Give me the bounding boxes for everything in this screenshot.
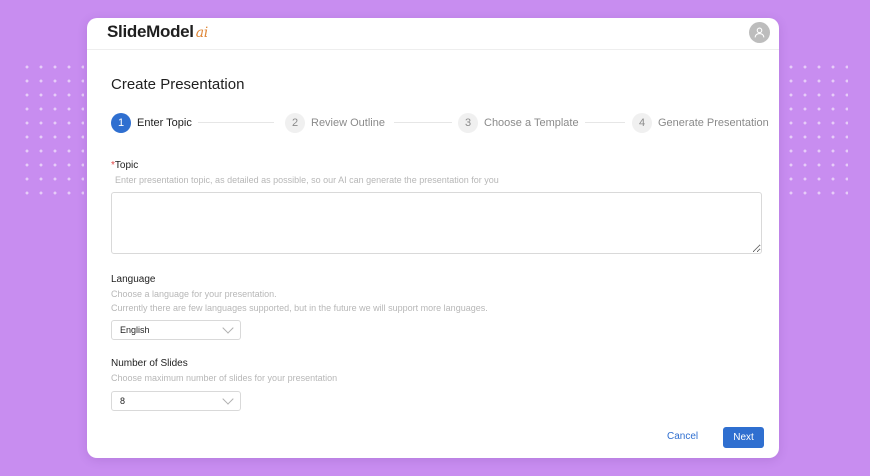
user-avatar[interactable]: [749, 22, 770, 43]
cancel-button[interactable]: Cancel: [667, 431, 698, 442]
step-label: Enter Topic: [137, 117, 192, 129]
step-label: Choose a Template: [484, 117, 579, 129]
decorative-dots-right: [784, 60, 848, 200]
chevron-down-icon: [222, 322, 234, 334]
step-number: 2: [285, 113, 305, 133]
step-label: Review Outline: [311, 117, 385, 129]
topic-label-text: Topic: [114, 160, 139, 171]
slides-select[interactable]: 8: [111, 391, 241, 411]
stepper: 1 Enter Topic 2 Review Outline 3 Choose …: [111, 112, 769, 134]
page-title: Create Presentation: [111, 76, 245, 93]
step-label: Generate Presentation: [658, 117, 769, 129]
step-number: 3: [458, 113, 478, 133]
brand-logo[interactable]: SlideModel ai: [107, 22, 208, 42]
step-choose-template[interactable]: 3 Choose a Template: [458, 112, 579, 134]
language-selected-value: English: [120, 325, 150, 335]
brand-suffix: ai: [195, 25, 209, 41]
step-enter-topic[interactable]: 1 Enter Topic: [111, 112, 192, 134]
brand-name: SlideModel: [107, 22, 194, 41]
create-presentation-card: SlideModel ai Create Presentation 1 Enter…: [87, 18, 779, 458]
step-review-outline[interactable]: 2 Review Outline: [285, 112, 385, 134]
step-generate-presentation[interactable]: 4 Generate Presentation: [632, 112, 769, 134]
step-number: 1: [111, 113, 131, 133]
decorative-dots-left: [20, 60, 84, 200]
language-hint-2: Currently there are few languages suppor…: [111, 303, 488, 313]
top-bar: SlideModel ai: [87, 18, 779, 50]
topic-label: *Topic: [111, 160, 138, 171]
slides-label: Number of Slides: [111, 358, 188, 369]
topic-textarea[interactable]: [111, 192, 762, 254]
step-number: 4: [632, 113, 652, 133]
step-connector: [394, 122, 452, 123]
chevron-down-icon: [222, 393, 234, 405]
language-select[interactable]: English: [111, 320, 241, 340]
step-connector: [585, 122, 625, 123]
language-hint-1: Choose a language for your presentation.: [111, 289, 277, 299]
user-icon: [754, 27, 765, 38]
step-connector: [198, 122, 274, 123]
slides-hint: Choose maximum number of slides for your…: [111, 373, 338, 383]
next-button[interactable]: Next: [723, 427, 764, 448]
topic-hint: Enter presentation topic, as detailed as…: [115, 175, 499, 185]
language-label: Language: [111, 274, 156, 285]
slides-selected-value: 8: [120, 396, 126, 406]
